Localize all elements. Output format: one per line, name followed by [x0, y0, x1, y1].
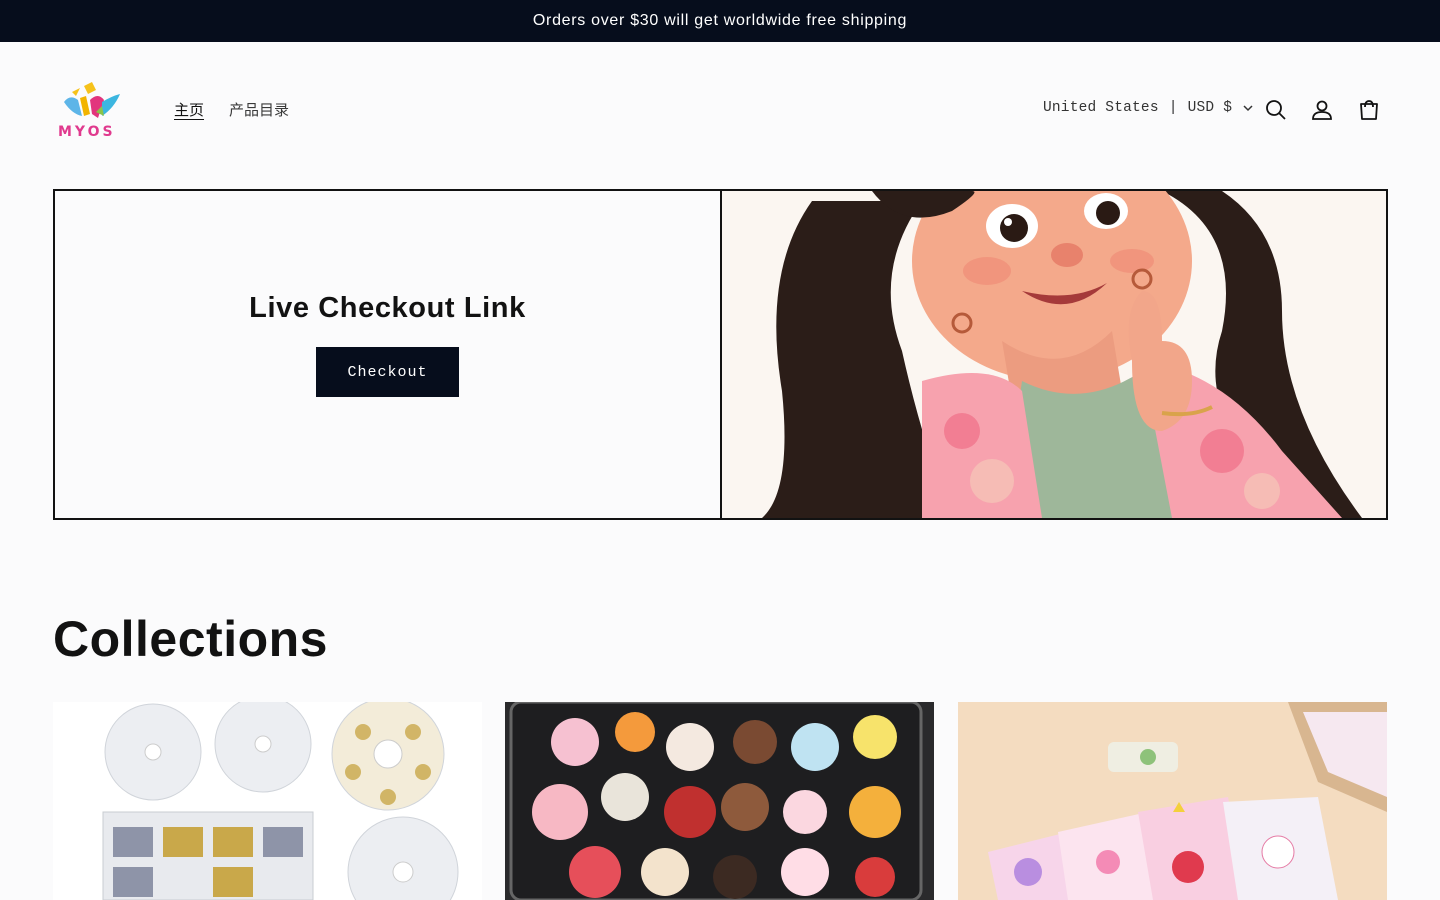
collection-image	[53, 702, 482, 900]
cart-icon[interactable]	[1357, 98, 1381, 122]
country-label: United States	[1043, 100, 1159, 116]
collections-title: Collections	[53, 611, 328, 667]
currency-label: USD $	[1187, 100, 1233, 116]
collection-card-findings[interactable]	[53, 702, 482, 900]
site-header: MYOS 主页 产品目录 United States | USD $	[0, 42, 1440, 178]
banner-image	[722, 191, 1386, 518]
locale-separator: |	[1168, 100, 1178, 116]
checkout-button[interactable]: Checkout	[316, 347, 459, 397]
hero-banner: Live Checkout Link Checkout	[53, 189, 1388, 520]
nav-home[interactable]: 主页	[174, 99, 204, 120]
announcement-text: Orders over $30 will get worldwide free …	[532, 12, 908, 29]
banner-text-panel: Live Checkout Link Checkout	[55, 191, 722, 518]
country-currency-selector[interactable]: United States | USD $	[1043, 100, 1254, 116]
announcement-bar: Orders over $30 will get worldwide free …	[0, 0, 1440, 42]
collection-card-stickers[interactable]	[958, 702, 1387, 900]
logo-icon: MYOS	[58, 82, 120, 140]
girl-illustration	[722, 191, 1386, 518]
main-nav: 主页 产品目录	[174, 99, 289, 120]
banner-title: Live Checkout Link	[249, 292, 526, 324]
collection-image	[505, 702, 934, 900]
chevron-down-icon	[1243, 105, 1253, 112]
search-icon[interactable]	[1264, 98, 1288, 122]
logo[interactable]: MYOS	[56, 82, 130, 140]
nav-catalog[interactable]: 产品目录	[229, 99, 289, 120]
logo-text: MYOS	[58, 124, 116, 140]
collection-card-pins[interactable]	[505, 702, 934, 900]
collection-image	[958, 702, 1387, 900]
account-icon[interactable]	[1310, 98, 1334, 122]
